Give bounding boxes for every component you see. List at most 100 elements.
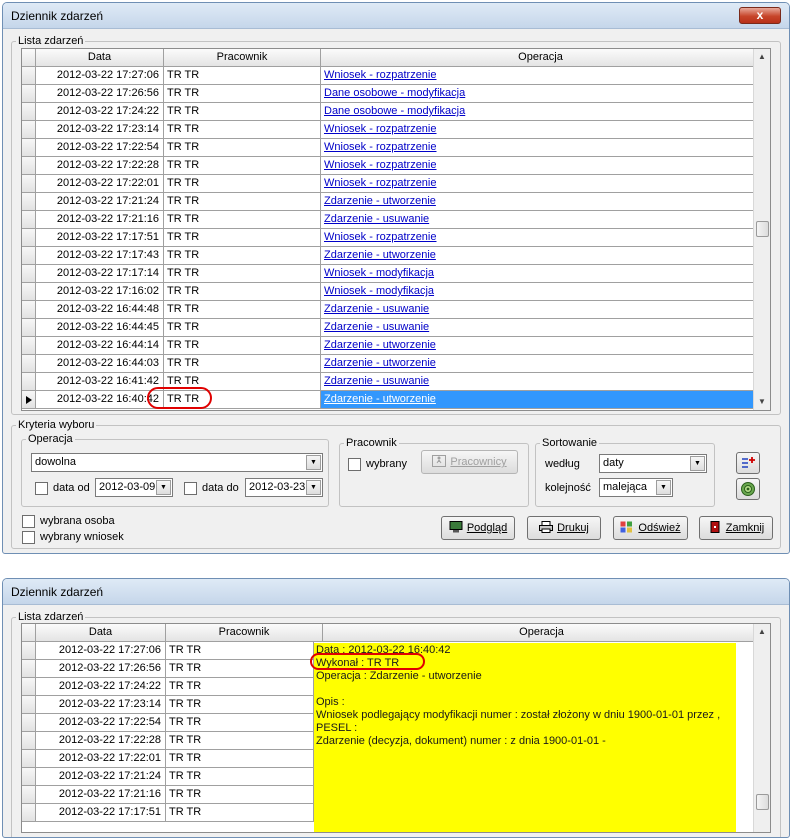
table-row[interactable]: 2012-03-22 16:44:45 TR TR Zdarzenie - usuw… bbox=[22, 319, 761, 337]
row-indicator[interactable] bbox=[22, 211, 36, 229]
cell-operation[interactable]: Wniosek - rozpatrzenie bbox=[321, 121, 761, 139]
row-indicator[interactable] bbox=[22, 103, 36, 121]
cell-date[interactable]: 2012-03-22 16:44:14 bbox=[36, 337, 164, 355]
operation-link[interactable]: Zdarzenie - usuwanie bbox=[324, 375, 429, 387]
operation-select[interactable]: dowolna ▼ bbox=[31, 453, 323, 472]
cell-employee[interactable]: TR TR bbox=[164, 283, 321, 301]
cell-date[interactable]: 2012-03-22 17:26:56 bbox=[36, 85, 164, 103]
cell-employee[interactable]: TR TR bbox=[166, 732, 314, 750]
row-indicator[interactable] bbox=[22, 139, 36, 157]
row-indicator[interactable] bbox=[22, 67, 36, 85]
table-row[interactable]: 2012-03-22 17:21:16 TR TR Zdarzenie - usuw… bbox=[22, 211, 761, 229]
employees-button[interactable]: Pracownicy bbox=[421, 450, 518, 474]
cell-date[interactable]: 2012-03-22 16:40:42 bbox=[36, 391, 164, 409]
cell-operation[interactable]: Dane osobowe - modyfikacja bbox=[321, 85, 761, 103]
cell-operation[interactable]: Zdarzenie - utworzenie bbox=[321, 337, 761, 355]
print-button[interactable]: Drukuj bbox=[527, 516, 601, 540]
table-row[interactable]: 2012-03-22 17:17:43 TR TR Zdarzenie - utwo… bbox=[22, 247, 761, 265]
event-grid[interactable]: Data Pracownik Operacja 2012-03-22 17:27… bbox=[21, 48, 771, 411]
row-indicator[interactable] bbox=[22, 642, 36, 660]
operation-link[interactable]: Zdarzenie - usuwanie bbox=[324, 321, 429, 333]
row-indicator[interactable] bbox=[22, 696, 36, 714]
cell-date[interactable]: 2012-03-22 17:27:06 bbox=[36, 67, 164, 85]
cell-employee[interactable]: TR TR bbox=[164, 85, 321, 103]
cell-date[interactable]: 2012-03-22 16:44:48 bbox=[36, 301, 164, 319]
row-indicator[interactable] bbox=[22, 804, 36, 822]
operation-link[interactable]: Wniosek - rozpatrzenie bbox=[324, 159, 437, 171]
cell-employee[interactable]: TR TR bbox=[166, 786, 314, 804]
cell-employee[interactable]: TR TR bbox=[164, 301, 321, 319]
sort-order-select[interactable]: malejąca ▼ bbox=[599, 478, 673, 497]
cell-date[interactable]: 2012-03-22 17:22:28 bbox=[36, 732, 166, 750]
row-indicator[interactable] bbox=[22, 391, 36, 409]
scroll-down-icon[interactable]: ▼ bbox=[754, 394, 770, 410]
cell-date[interactable]: 2012-03-22 17:22:01 bbox=[36, 175, 164, 193]
cell-employee[interactable]: TR TR bbox=[164, 193, 321, 211]
cell-employee[interactable]: TR TR bbox=[166, 768, 314, 786]
cell-operation[interactable]: Zdarzenie - utworzenie bbox=[321, 391, 761, 409]
operation-link[interactable]: Zdarzenie - utworzenie bbox=[324, 339, 436, 351]
row-indicator[interactable] bbox=[22, 265, 36, 283]
cell-operation[interactable]: Wniosek - modyfikacja bbox=[321, 283, 761, 301]
operation-link[interactable]: Wniosek - rozpatrzenie bbox=[324, 69, 437, 81]
cell-employee[interactable]: TR TR bbox=[164, 355, 321, 373]
cell-employee[interactable]: TR TR bbox=[166, 660, 314, 678]
chosen-request-checkbox[interactable] bbox=[22, 531, 35, 544]
row-indicator[interactable] bbox=[22, 660, 36, 678]
row-indicator[interactable] bbox=[22, 85, 36, 103]
cell-operation[interactable]: Zdarzenie - usuwanie bbox=[321, 211, 761, 229]
cell-employee[interactable]: TR TR bbox=[164, 319, 321, 337]
operation-link[interactable]: Zdarzenie - usuwanie bbox=[324, 213, 429, 225]
row-indicator[interactable] bbox=[22, 337, 36, 355]
row-indicator[interactable] bbox=[22, 175, 36, 193]
row-indicator[interactable] bbox=[22, 229, 36, 247]
cell-employee[interactable]: TR TR bbox=[164, 247, 321, 265]
row-indicator[interactable] bbox=[22, 750, 36, 768]
scroll-up-icon[interactable]: ▲ bbox=[754, 624, 770, 640]
operation-link[interactable]: Zdarzenie - utworzenie bbox=[324, 249, 436, 261]
cell-date[interactable]: 2012-03-22 17:17:43 bbox=[36, 247, 164, 265]
chevron-down-icon[interactable]: ▼ bbox=[306, 455, 321, 470]
operation-link[interactable]: Zdarzenie - utworzenie bbox=[324, 393, 436, 405]
cell-date[interactable]: 2012-03-22 17:21:24 bbox=[36, 193, 164, 211]
cell-employee[interactable]: TR TR bbox=[164, 175, 321, 193]
table-row[interactable]: 2012-03-22 17:17:51 TR TR Wniosek - rozpat… bbox=[22, 229, 761, 247]
row-indicator[interactable] bbox=[22, 768, 36, 786]
cell-employee[interactable]: TR TR bbox=[164, 337, 321, 355]
column-header-employee[interactable]: Pracownik bbox=[164, 49, 321, 67]
cell-operation[interactable]: Wniosek - rozpatrzenie bbox=[321, 139, 761, 157]
operation-link[interactable]: Wniosek - modyfikacja bbox=[324, 285, 434, 297]
table-row[interactable]: 2012-03-22 17:21:24 TR TR Zdarzenie - utwo… bbox=[22, 193, 761, 211]
cell-employee[interactable]: TR TR bbox=[166, 750, 314, 768]
date-to-picker[interactable]: 2012-03-23 ▼ bbox=[245, 478, 323, 497]
add-filter-button[interactable] bbox=[736, 452, 760, 474]
table-row[interactable]: 2012-03-22 17:27:06 TR TR Wniosek - rozpat… bbox=[22, 67, 761, 85]
table-row[interactable]: 2012-03-22 17:16:02 TR TR Wniosek - modyfi… bbox=[22, 283, 761, 301]
row-indicator[interactable] bbox=[22, 247, 36, 265]
column-header-date[interactable]: Data bbox=[36, 624, 166, 642]
table-row[interactable]: 2012-03-22 17:26:56 TR TR Dane osobowe - m… bbox=[22, 85, 761, 103]
cell-operation[interactable]: Zdarzenie - usuwanie bbox=[321, 373, 761, 391]
table-row[interactable]: 2012-03-22 17:23:14 TR TR Wniosek - rozpat… bbox=[22, 121, 761, 139]
table-row[interactable]: 2012-03-22 16:40:42 TR TR Zdarzenie - utwo… bbox=[22, 391, 761, 409]
operation-link[interactable]: Wniosek - rozpatrzenie bbox=[324, 123, 437, 135]
operation-link[interactable]: Wniosek - modyfikacja bbox=[324, 267, 434, 279]
cell-operation[interactable]: Zdarzenie - usuwanie bbox=[321, 301, 761, 319]
table-row[interactable]: 2012-03-22 17:22:28 TR TR Wniosek - rozpat… bbox=[22, 157, 761, 175]
chevron-down-icon[interactable]: ▼ bbox=[690, 456, 705, 471]
cell-employee[interactable]: TR TR bbox=[164, 103, 321, 121]
chevron-down-icon[interactable]: ▼ bbox=[306, 480, 321, 495]
cell-date[interactable]: 2012-03-22 17:17:14 bbox=[36, 265, 164, 283]
table-row[interactable]: 2012-03-22 16:41:42 TR TR Zdarzenie - usuw… bbox=[22, 373, 761, 391]
cell-employee[interactable]: TR TR bbox=[164, 157, 321, 175]
row-indicator[interactable] bbox=[22, 319, 36, 337]
column-header-operation[interactable]: Operacja bbox=[321, 49, 761, 67]
cell-date[interactable]: 2012-03-22 17:27:06 bbox=[36, 642, 166, 660]
cell-operation[interactable]: Zdarzenie - utworzenie bbox=[321, 247, 761, 265]
operation-link[interactable]: Wniosek - rozpatrzenie bbox=[324, 141, 437, 153]
cell-date[interactable]: 2012-03-22 17:22:54 bbox=[36, 714, 166, 732]
row-indicator[interactable] bbox=[22, 157, 36, 175]
cell-date[interactable]: 2012-03-22 17:26:56 bbox=[36, 660, 166, 678]
cell-date[interactable]: 2012-03-22 17:21:24 bbox=[36, 768, 166, 786]
row-indicator[interactable] bbox=[22, 355, 36, 373]
